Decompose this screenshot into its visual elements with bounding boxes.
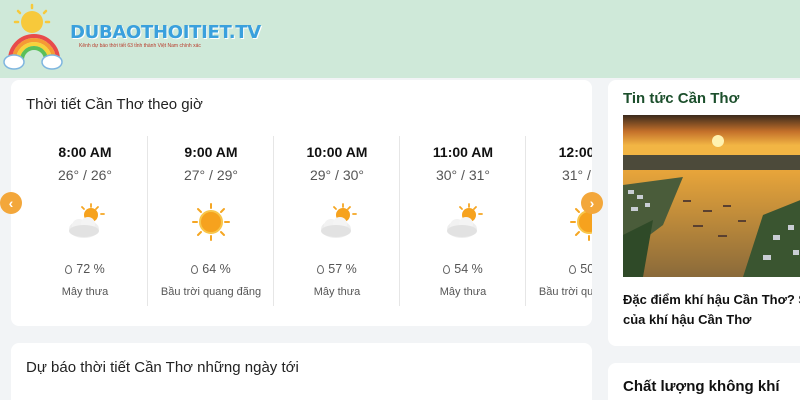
humidity-drop-icon (569, 265, 577, 274)
hour-temperature: 27° / 29° (183, 167, 238, 183)
rainbow-sun-logo-icon[interactable] (2, 2, 72, 72)
humidity-drop-icon (443, 265, 451, 274)
air-quality-title: Chất lượng không khí (623, 378, 780, 395)
hour-column: 8:00 AM 26° / 26° 72 % Mây thưa (22, 136, 148, 306)
hour-column: 10:00 AM 29° / 30° 57 % Mây thưa (274, 136, 400, 306)
hourly-forecast-list: 8:00 AM 26° / 26° 72 % Mây thưa 9:00 AM 27° /… (22, 136, 592, 316)
sun-cloud-icon (317, 202, 357, 242)
hour-column: 9:00 AM 27° / 29° 64 % Bầu trời quang đãng (148, 136, 274, 306)
hour-condition: Mây thưa (61, 286, 109, 298)
hour-humidity: 72 % (22, 262, 148, 276)
humidity-drop-icon (191, 265, 199, 274)
hour-temperature: 26° / 26° (57, 167, 112, 183)
scroll-left-button[interactable]: ‹ (0, 192, 22, 214)
scroll-right-button[interactable]: › (581, 192, 603, 214)
humidity-drop-icon (317, 265, 325, 274)
daily-forecast-card: Dự báo thời tiết Cần Thơ những ngày tới (11, 343, 592, 400)
hour-time: 11:00 AM (432, 144, 494, 160)
hour-condition: Bầu trời quang đãng (160, 286, 262, 298)
humidity-value: 72 % (76, 262, 105, 276)
site-header: DUBAOTHOITIET.TV Kênh dự báo thời tiết 6… (0, 0, 800, 78)
sun-cloud-icon (443, 202, 483, 242)
hour-humidity: 54 % (400, 262, 526, 276)
hourly-forecast-title: Thời tiết Cần Thơ theo giờ (26, 96, 203, 113)
hour-temperature: 31° / 32° (561, 167, 592, 183)
hour-condition: Mây thưa (313, 286, 361, 298)
hour-time: 8:00 AM (58, 144, 112, 160)
hour-temperature: 29° / 30° (309, 167, 364, 183)
humidity-value: 57 % (328, 262, 357, 276)
brand-name[interactable]: DUBAOTHOITIET.TV (70, 22, 261, 43)
humidity-value: 54 % (454, 262, 483, 276)
hourly-forecast-card: Thời tiết Cần Thơ theo giờ 8:00 AM 26° / … (11, 80, 592, 326)
humidity-drop-icon (65, 265, 73, 274)
news-thumbnail[interactable] (623, 115, 800, 277)
hour-time: 12:00 PM (558, 144, 592, 160)
humidity-value: 50 % (580, 262, 592, 276)
hour-time: 10:00 AM (306, 144, 368, 160)
hour-column: 11:00 AM 30° / 31° 54 % Mây thưa (400, 136, 526, 306)
hour-time: 9:00 AM (184, 144, 238, 160)
news-headline-link[interactable]: Đặc điểm khí hậu Cần Thơ? Sự của khí hậu… (623, 290, 800, 330)
humidity-value: 64 % (202, 262, 231, 276)
news-section-title: Tin tức Cần Thơ (623, 90, 740, 107)
chevron-left-icon: ‹ (8, 195, 14, 211)
hour-humidity: 57 % (274, 262, 400, 276)
hour-condition: Mây thưa (439, 286, 487, 298)
brand-tagline: Kênh dự báo thời tiết 63 tỉnh thành Việt… (79, 43, 201, 49)
news-card: Tin tức Cần Thơ Đặc điểm khí hậu Cần Thơ… (608, 80, 800, 346)
chevron-right-icon: › (589, 195, 595, 211)
sun-icon (191, 202, 231, 242)
air-quality-card: Chất lượng không khí (608, 363, 800, 400)
hour-condition: Bầu trời quang đãng (538, 286, 592, 298)
hour-humidity: 50 % (526, 262, 592, 276)
sun-cloud-icon (65, 202, 105, 242)
hour-temperature: 30° / 31° (435, 167, 490, 183)
daily-forecast-title: Dự báo thời tiết Cần Thơ những ngày tới (26, 359, 299, 376)
hour-humidity: 64 % (148, 262, 274, 276)
hour-column: 12:00 PM 31° / 32° 50 % Bầu trời quang đãng (526, 136, 592, 306)
